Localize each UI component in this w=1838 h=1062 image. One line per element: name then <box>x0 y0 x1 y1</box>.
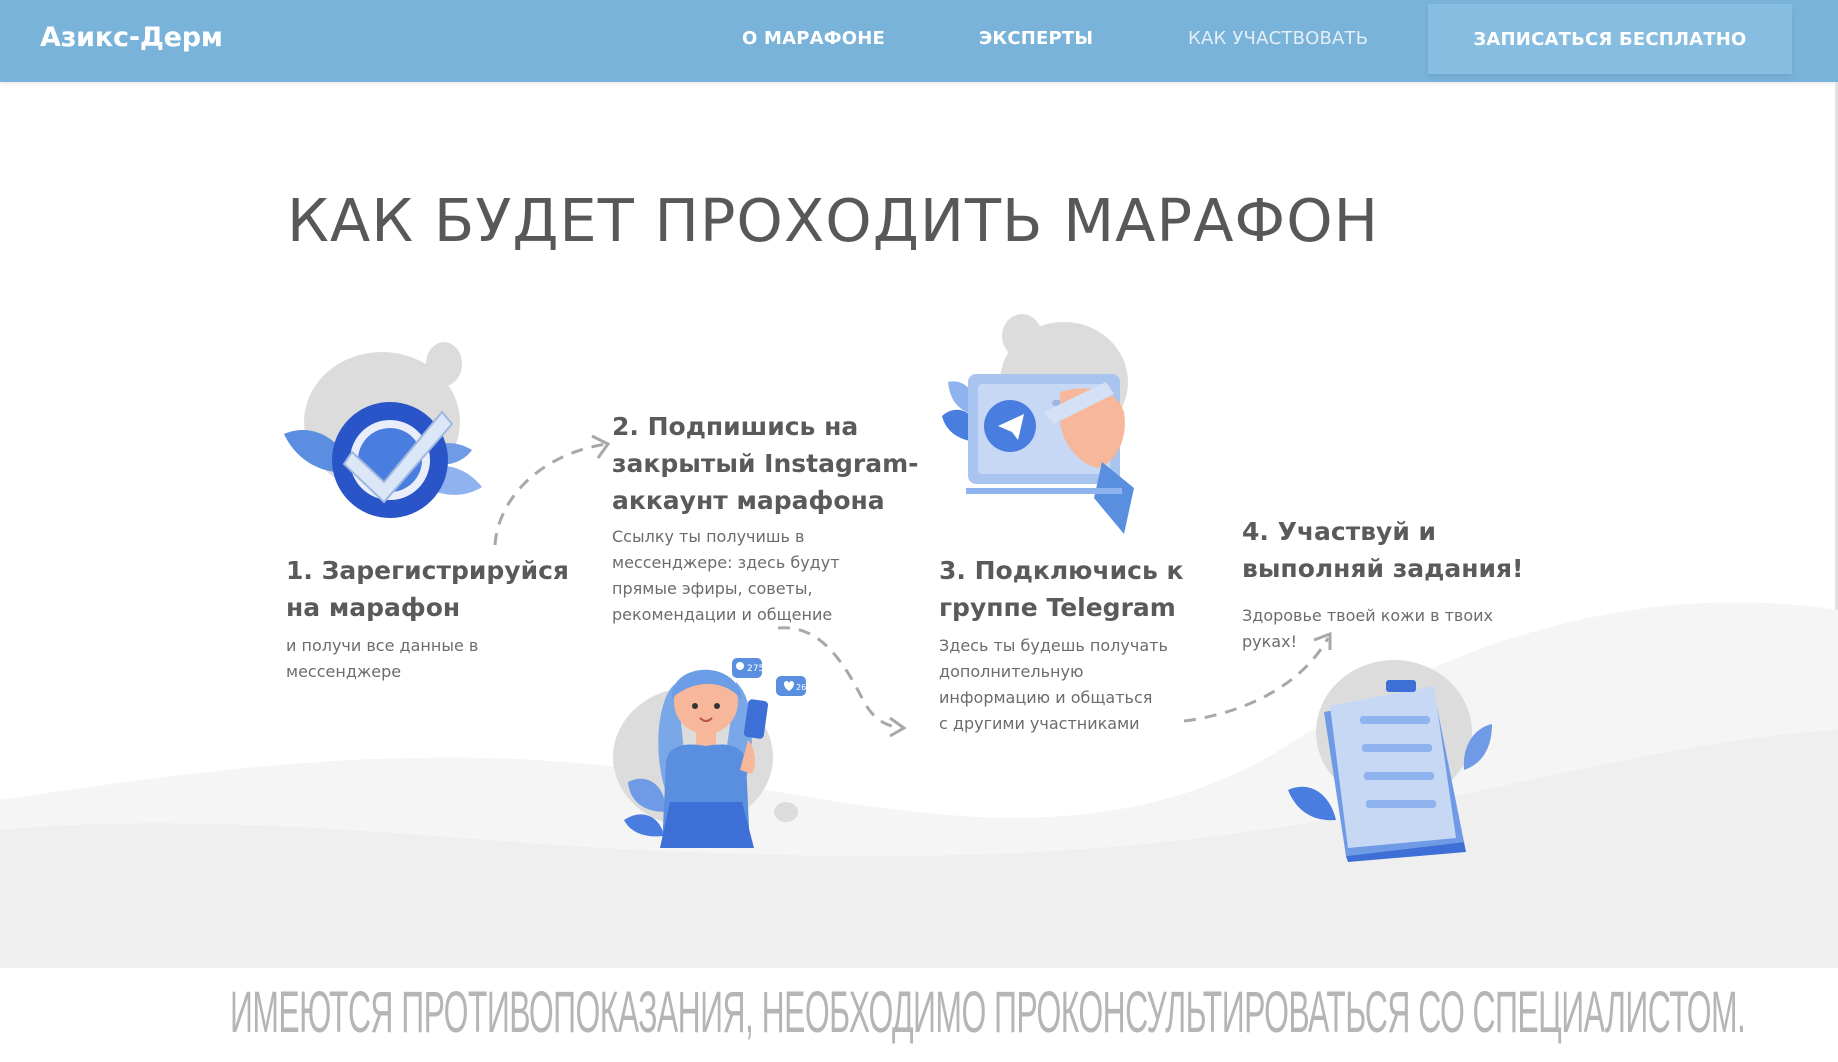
step-3-title: 3. Подключись к группе Telegram <box>939 556 1184 622</box>
signup-free-button[interactable]: ЗАПИСАТЬСЯ БЕСПЛАТНО <box>1428 4 1792 74</box>
nav-about-marathon[interactable]: О МАРАФОНЕ <box>742 28 885 49</box>
step-1-description: и получи все данные в мессенджере <box>286 636 479 681</box>
telegram-tablet-illustration <box>942 314 1134 534</box>
contraindications-disclaimer: ИМЕЮТСЯ ПРОТИВОПОКАЗАНИЯ, НЕОБХОДИМО ПРО… <box>230 968 1746 1058</box>
page-title: КАК БУДЕТ ПРОХОДИТЬ МАРАФОН <box>287 186 1380 255</box>
nav-experts[interactable]: ЭКСПЕРТЫ <box>979 28 1093 49</box>
nav-how-to-participate[interactable]: КАК УЧАСТВОВАТЬ <box>1188 28 1368 49</box>
step-4-title: 4. Участвуй и выполняй задания! <box>1242 517 1524 583</box>
chat-icon: 275 <box>732 658 764 678</box>
step-4-description: Здоровье твоей кожи в твоих руках! <box>1242 606 1493 651</box>
step-3-description: Здесь ты будешь получать дополнительную … <box>939 636 1168 733</box>
step-2-description: Ссылку ты получишь в мессенджере: здесь … <box>612 527 840 624</box>
clipboard-icon <box>1288 660 1492 862</box>
dashed-arrow-1 <box>493 434 611 546</box>
step-1-title: 1. Зарегистрируйся на марафон <box>286 556 569 622</box>
top-navbar: Азикс-Дерм О МАРАФОНЕ ЭКСПЕРТЫ КАК УЧАСТ… <box>0 0 1838 82</box>
background-waves <box>0 602 1838 970</box>
checkmark-badge-icon <box>284 342 482 518</box>
dashed-arrow-2 <box>777 626 907 738</box>
step-2-title: 2. Подпишись на закрытый Instagram- акка… <box>612 412 919 515</box>
site-logo[interactable]: Азикс-Дерм <box>40 22 223 53</box>
svg-text:275: 275 <box>747 664 764 674</box>
